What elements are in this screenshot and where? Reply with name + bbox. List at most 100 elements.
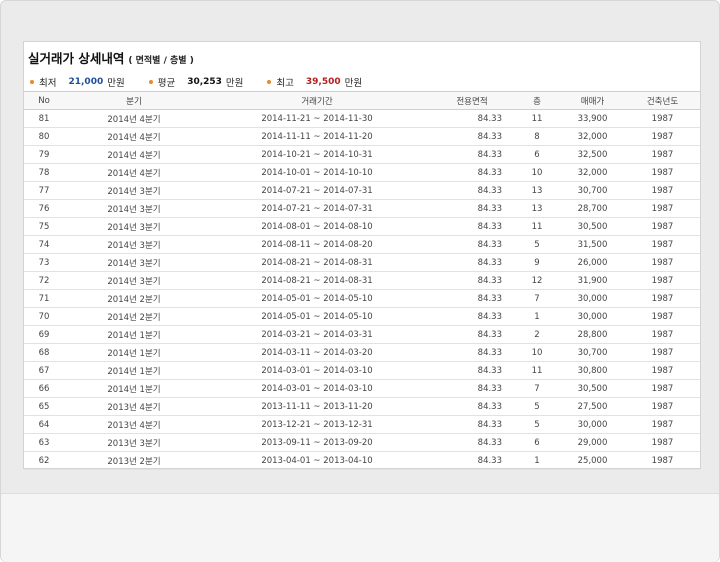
cell-year: 1987 bbox=[625, 451, 700, 470]
cell-floor: 5 bbox=[514, 235, 560, 254]
cell-period: 2014-07-21 ~ 2014-07-31 bbox=[204, 181, 430, 200]
cell-no: 67 bbox=[24, 361, 64, 380]
cell-period: 2014-08-01 ~ 2014-08-10 bbox=[204, 217, 430, 236]
cell-period: 2013-04-01 ~ 2013-04-10 bbox=[204, 451, 430, 470]
cell-area-value: 84.33 bbox=[477, 203, 502, 214]
cell-area: 84.33 bbox=[430, 415, 514, 434]
cell-floor: 12 bbox=[514, 271, 560, 290]
cell-area-value: 84.33 bbox=[477, 149, 502, 160]
summary-min-unit: 만원 bbox=[107, 78, 125, 89]
cell-floor: 13 bbox=[514, 199, 560, 218]
cell-period: 2013-09-11 ~ 2013-09-20 bbox=[204, 433, 430, 452]
cell-area: 84.33 bbox=[430, 235, 514, 254]
column-header-period: 거래기간 bbox=[204, 91, 430, 110]
cell-no: 63 bbox=[24, 433, 64, 452]
cell-price: 30,000 bbox=[560, 415, 625, 434]
cell-area: 84.33 bbox=[430, 271, 514, 290]
cell-quarter: 2014년 4분기 bbox=[64, 109, 204, 128]
cell-no: 65 bbox=[24, 397, 64, 416]
cell-period: 2014-03-21 ~ 2014-03-31 bbox=[204, 325, 430, 344]
cell-floor: 7 bbox=[514, 289, 560, 308]
cell-no: 72 bbox=[24, 271, 64, 290]
cell-area-value: 84.33 bbox=[477, 419, 502, 430]
summary-max-label: 최고 bbox=[276, 78, 294, 89]
cell-price: 28,800 bbox=[560, 325, 625, 344]
cell-area-value: 84.33 bbox=[477, 113, 502, 124]
window-frame: 실거래가 상세내역 ( 면적별 / 층별 ) 최저 21,000 만원 평균 3… bbox=[0, 0, 720, 562]
cell-area: 84.33 bbox=[430, 127, 514, 146]
transactions-table: No 분기 거래기간 전용면적 층 매매가 건축년도 81 2014년 4분기 20… bbox=[24, 91, 700, 470]
cell-price: 28,700 bbox=[560, 199, 625, 218]
cell-area: 84.33 bbox=[430, 199, 514, 218]
cell-area: 84.33 bbox=[430, 163, 514, 182]
cell-quarter: 2014년 2분기 bbox=[64, 289, 204, 308]
cell-area: 84.33 bbox=[430, 217, 514, 236]
summary-avg-unit: 만원 bbox=[225, 78, 244, 89]
cell-area-value: 84.33 bbox=[477, 365, 502, 376]
cell-floor: 1 bbox=[514, 451, 560, 470]
cell-period: 2014-10-21 ~ 2014-10-31 bbox=[204, 145, 430, 164]
cell-area-value: 84.33 bbox=[477, 293, 502, 304]
cell-area: 84.33 bbox=[430, 307, 514, 326]
cell-year: 1987 bbox=[625, 145, 700, 164]
table-row: 71 2014년 2분기 2014-05-01 ~ 2014-05-10 84.33 7… bbox=[24, 289, 700, 308]
table-row: 62 2013년 2분기 2013-04-01 ~ 2013-04-10 84.33 1… bbox=[24, 451, 700, 470]
cell-year: 1987 bbox=[625, 199, 700, 218]
cell-year: 1987 bbox=[625, 307, 700, 326]
cell-quarter: 2014년 3분기 bbox=[64, 217, 204, 236]
cell-no: 75 bbox=[24, 217, 64, 236]
cell-area-value: 84.33 bbox=[477, 311, 502, 322]
cell-price: 27,500 bbox=[560, 397, 625, 416]
cell-area-value: 84.33 bbox=[477, 167, 502, 178]
column-header-quarter: 분기 bbox=[64, 91, 204, 110]
table-row: 69 2014년 1분기 2014-03-21 ~ 2014-03-31 84.33 2… bbox=[24, 325, 700, 344]
cell-floor: 11 bbox=[514, 361, 560, 380]
cell-floor: 8 bbox=[514, 127, 560, 146]
cell-period: 2014-03-01 ~ 2014-03-10 bbox=[204, 361, 430, 380]
cell-year: 1987 bbox=[625, 253, 700, 272]
table-row: 72 2014년 3분기 2014-08-21 ~ 2014-08-31 84.33 1… bbox=[24, 271, 700, 290]
cell-quarter: 2014년 3분기 bbox=[64, 199, 204, 218]
cell-year: 1987 bbox=[625, 397, 700, 416]
cell-year: 1987 bbox=[625, 217, 700, 236]
cell-price: 30,700 bbox=[560, 343, 625, 362]
cell-period: 2014-08-21 ~ 2014-08-31 bbox=[204, 271, 430, 290]
summary-max: 최고 39,500 만원 bbox=[267, 75, 362, 89]
cell-area-value: 84.33 bbox=[477, 239, 502, 250]
cell-area: 84.33 bbox=[430, 361, 514, 380]
transaction-detail-panel: 실거래가 상세내역 ( 면적별 / 층별 ) 최저 21,000 만원 평균 3… bbox=[23, 41, 701, 470]
cell-price: 30,700 bbox=[560, 181, 625, 200]
price-summary: 최저 21,000 만원 평균 30,253 만원 최고 39,500 만원 bbox=[30, 75, 386, 89]
table-row: 78 2014년 4분기 2014-10-01 ~ 2014-10-10 84.33 1… bbox=[24, 163, 700, 182]
cell-area: 84.33 bbox=[430, 181, 514, 200]
cell-no: 62 bbox=[24, 451, 64, 470]
cell-quarter: 2014년 4분기 bbox=[64, 145, 204, 164]
table-row: 64 2013년 4분기 2013-12-21 ~ 2013-12-31 84.33 5… bbox=[24, 415, 700, 434]
cell-floor: 11 bbox=[514, 217, 560, 236]
cell-no: 64 bbox=[24, 415, 64, 434]
cell-year: 1987 bbox=[625, 361, 700, 380]
cell-area-value: 84.33 bbox=[477, 257, 502, 268]
cell-area: 84.33 bbox=[430, 109, 514, 128]
cell-year: 1987 bbox=[625, 343, 700, 362]
cell-floor: 11 bbox=[514, 109, 560, 128]
cell-quarter: 2014년 3분기 bbox=[64, 253, 204, 272]
cell-period: 2013-11-11 ~ 2013-11-20 bbox=[204, 397, 430, 416]
cell-quarter: 2014년 1분기 bbox=[64, 325, 204, 344]
column-header-no: No bbox=[24, 91, 64, 110]
bullet-icon bbox=[148, 80, 153, 84]
cell-no: 78 bbox=[24, 163, 64, 182]
cell-year: 1987 bbox=[625, 379, 700, 398]
table-row: 81 2014년 4분기 2014-11-21 ~ 2014-11-30 84.33 1… bbox=[24, 109, 700, 128]
cell-period: 2014-10-01 ~ 2014-10-10 bbox=[204, 163, 430, 182]
summary-min-value: 21,000 bbox=[68, 77, 104, 87]
cell-price: 30,800 bbox=[560, 361, 625, 380]
cell-area-value: 84.33 bbox=[477, 221, 502, 232]
cell-no: 80 bbox=[24, 127, 64, 146]
cell-area-value: 84.33 bbox=[477, 455, 502, 466]
cell-floor: 10 bbox=[514, 163, 560, 182]
cell-no: 76 bbox=[24, 199, 64, 218]
summary-min-label: 최저 bbox=[39, 78, 57, 89]
page-subtitle: ( 면적별 / 층별 ) bbox=[128, 56, 194, 66]
cell-floor: 5 bbox=[514, 415, 560, 434]
